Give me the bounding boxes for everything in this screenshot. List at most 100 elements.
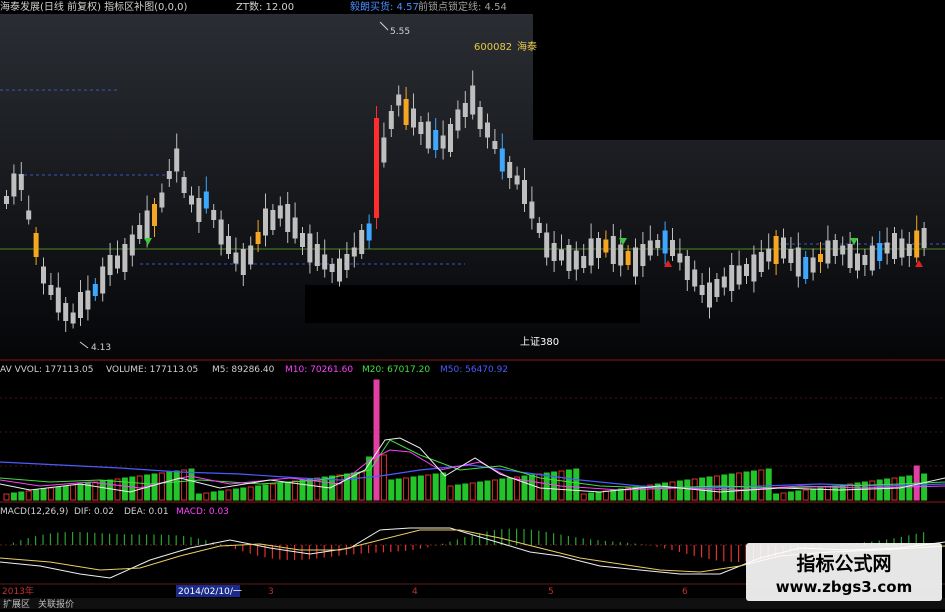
candlestick (270, 210, 276, 230)
volume-bar (299, 479, 306, 501)
year-label: 2013年 (2, 585, 34, 597)
candlestick (107, 255, 113, 275)
month-tick-label: 6 (682, 587, 688, 597)
candlestick (63, 303, 69, 321)
candlestick (181, 177, 187, 193)
candlestick (174, 148, 180, 172)
volume-bar (232, 488, 239, 501)
candlestick (736, 265, 742, 285)
watermark-line1: 指标公式网 (796, 552, 891, 575)
volume-bar (284, 481, 291, 501)
volume-bar (432, 473, 439, 501)
candlestick (906, 244, 912, 256)
candlestick (588, 238, 594, 266)
candlestick (203, 191, 209, 209)
candlestick (433, 130, 439, 150)
low-price-label: 4.13 (91, 343, 111, 353)
candlestick (322, 254, 328, 270)
candlestick (714, 279, 720, 297)
lock-buy-label: 毅朗买货: 4.57 (350, 0, 419, 13)
zt-count-label: ZT数: 12.00 (236, 0, 294, 13)
volume-bar (588, 492, 595, 501)
top-status-bar: 海泰发展(日线 前复权) 指标区补图(0,0,0) ZT数: 12.00 毅朗买… (0, 0, 507, 13)
candlestick (825, 240, 831, 264)
candlestick (781, 237, 786, 259)
candlestick (396, 94, 402, 106)
candlestick (226, 236, 231, 254)
candlestick (11, 173, 17, 197)
candlestick (211, 210, 217, 220)
candlestick (773, 236, 779, 264)
volume-bar (684, 479, 691, 501)
volume-bar (898, 476, 905, 501)
candlestick (662, 230, 668, 254)
candlestick (788, 249, 794, 263)
volume-bar (810, 488, 817, 501)
volume-bar (565, 469, 572, 501)
candlestick (307, 233, 313, 263)
candlestick (115, 255, 120, 269)
index-label: 上证380 (520, 336, 559, 348)
volume-bar (462, 483, 469, 501)
tab-extension-area[interactable]: 扩展区 (3, 598, 30, 610)
candlestick (455, 109, 461, 131)
candlestick (314, 244, 320, 266)
candlestick (329, 264, 335, 272)
volume-bar (906, 475, 913, 501)
candlestick (381, 137, 387, 163)
candlestick (351, 247, 357, 257)
volume-bar (173, 470, 180, 501)
volume-bar (33, 489, 40, 501)
volume-label: VOLUME: 177113.05 (106, 365, 198, 375)
candlestick (85, 290, 91, 310)
volume-bar (121, 477, 128, 501)
stock-chart-canvas[interactable]: 海泰发展(日线 前复权) 指标区补图(0,0,0) ZT数: 12.00 毅朗买… (0, 0, 945, 610)
chart-window: 海泰发展(日线 前复权) 指标区补图(0,0,0) ZT数: 12.00 毅朗买… (0, 0, 945, 610)
volume-bar (773, 493, 780, 501)
tab-related-quotes[interactable]: 关联报价 (38, 598, 74, 610)
candlestick (18, 174, 24, 190)
candlestick (892, 233, 897, 259)
volume-bar (151, 473, 158, 501)
volume-bar (543, 472, 550, 501)
candlestick (255, 232, 261, 244)
candlestick (751, 254, 757, 282)
watermark-badge: 指标公式网 www.zbgs3.com (746, 543, 942, 601)
candlestick (766, 248, 772, 262)
candlestick (625, 251, 631, 265)
m5-label: M5: 89286.40 (212, 365, 275, 375)
trend-lock-label: 前锁点锁定线: 4.54 (418, 0, 507, 13)
m20-label: M20: 67017.20 (362, 365, 430, 375)
candlestick (492, 141, 498, 149)
overlay-dark-block-2 (305, 285, 640, 323)
candlestick (566, 245, 572, 271)
macd-label: MACD: 0.03 (176, 507, 229, 517)
candlestick (499, 148, 505, 172)
candlestick (647, 240, 653, 256)
candlestick (536, 223, 542, 233)
candlestick (418, 122, 424, 134)
volume-bar (417, 475, 424, 501)
volume-bar (373, 379, 380, 501)
candlestick (388, 111, 394, 129)
volume-bar (306, 478, 313, 501)
volume-bar (262, 484, 269, 501)
volume-bar (188, 468, 195, 501)
volume-bar (832, 485, 839, 501)
candlestick (795, 247, 801, 277)
candlestick (33, 233, 39, 257)
candlestick (729, 265, 735, 291)
volume-bar (129, 476, 136, 501)
candlestick (277, 205, 283, 219)
volume-bar (662, 482, 669, 501)
volume-bar (528, 474, 535, 501)
candlestick (100, 266, 106, 294)
volume-bar (166, 471, 173, 501)
candlestick (403, 99, 409, 125)
candlestick (684, 256, 690, 280)
candlestick (477, 107, 483, 129)
volume-bar (410, 476, 417, 501)
candlestick (359, 230, 365, 254)
candlestick (233, 252, 239, 264)
candlestick (855, 253, 860, 271)
